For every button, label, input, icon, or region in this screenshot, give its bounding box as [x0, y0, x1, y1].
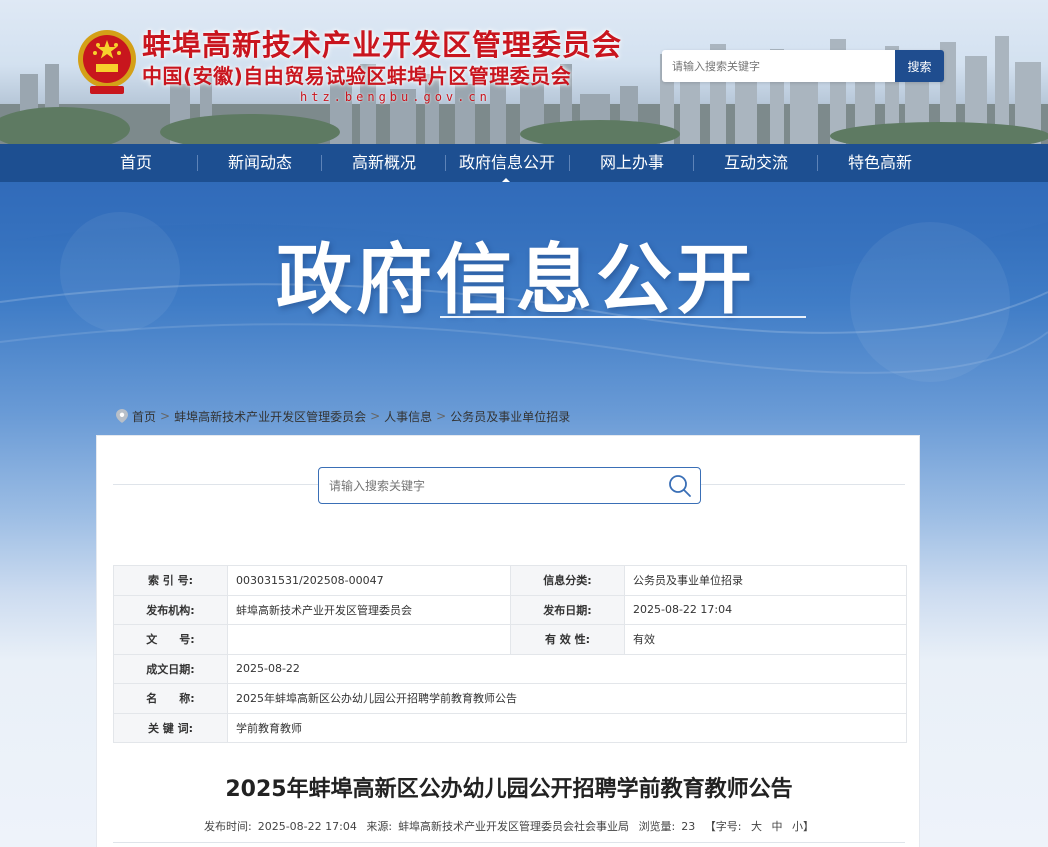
nav-item-features[interactable]: 特色高新 [838, 144, 922, 182]
site-domain: htz.bengbu.gov.cn [300, 90, 491, 104]
pubdate-value: 2025-08-22 17:04 [624, 594, 907, 625]
table-row: 文 号: 有 效 性: 有效 [113, 624, 907, 655]
header-search-input[interactable] [662, 50, 895, 82]
content-search [318, 467, 701, 504]
site-title: 蚌埠高新技术产业开发区管理委员会 [142, 28, 623, 62]
location-pin-icon [116, 409, 128, 423]
nav-item-news[interactable]: 新闻动态 [218, 144, 302, 182]
font-size-label: 【字号: [704, 820, 742, 833]
breadcrumb: 首页 > 蚌埠高新技术产业开发区管理委员会 > 人事信息 > 公务员及事业单位招… [116, 407, 570, 425]
publisher-value: 蚌埠高新技术产业开发区管理委员会 [227, 594, 511, 625]
table-row: 关 键 词: 学前教育教师 [113, 712, 907, 743]
validity-value: 有效 [624, 624, 907, 655]
validity-label: 有 效 性: [510, 624, 625, 655]
category-label: 信息分类: [510, 565, 625, 596]
nav-separator [569, 155, 570, 171]
publish-time-label: 发布时间: [204, 820, 252, 833]
nav-item-online-services[interactable]: 网上办事 [590, 144, 674, 182]
publisher-label: 发布机构: [113, 594, 228, 625]
table-row: 索 引 号: 003031531/202508-00047 信息分类: 公务员及… [113, 565, 907, 596]
nav-item-interaction[interactable]: 互动交流 [714, 144, 798, 182]
national-emblem-icon [78, 30, 136, 94]
breadcrumb-personnel[interactable]: 人事信息 [384, 408, 432, 425]
table-row: 发布机构: 蚌埠高新技术产业开发区管理委员会 发布日期: 2025-08-22 … [113, 594, 907, 625]
site-header: 蚌埠高新技术产业开发区管理委员会 中国(安徽)自由贸易试验区蚌埠片区管理委员会 … [0, 0, 1048, 144]
banner-title: 政府信息公开 [276, 235, 756, 324]
views-label: 浏览量: [638, 820, 676, 833]
publish-time-value: 2025-08-22 17:04 [257, 820, 357, 833]
nav-item-gov-info[interactable]: 政府信息公开 [454, 144, 560, 182]
font-size-medium-button[interactable]: 中 [772, 820, 783, 833]
keywords-label: 关 键 词: [113, 712, 228, 743]
pubdate-label: 发布日期: [510, 594, 625, 625]
source-label: 来源: [366, 820, 393, 833]
metadata-table: 索 引 号: 003031531/202508-00047 信息分类: 公务员及… [113, 565, 907, 743]
table-row: 成文日期: 2025-08-22 [113, 653, 907, 684]
breadcrumb-committee[interactable]: 蚌埠高新技术产业开发区管理委员会 [174, 408, 366, 425]
table-row: 名 称: 2025年蚌埠高新区公办幼儿园公开招聘学前教育教师公告 [113, 683, 907, 714]
article-divider [113, 842, 905, 843]
header-search-button[interactable]: 搜索 [895, 50, 944, 82]
font-size-large-button[interactable]: 大 [751, 820, 762, 833]
views-count: 23 [681, 820, 696, 833]
breadcrumb-separator: > [160, 409, 171, 423]
nav-separator [693, 155, 694, 171]
site-subtitle: 中国(安徽)自由贸易试验区蚌埠片区管理委员会 [142, 64, 572, 88]
index-label: 索 引 号: [113, 565, 228, 596]
font-size-small-button[interactable]: 小】 [792, 820, 814, 833]
index-value: 003031531/202508-00047 [227, 565, 511, 596]
created-date-value: 2025-08-22 [227, 653, 907, 684]
keywords-value: 学前教育教师 [227, 712, 907, 743]
breadcrumb-home[interactable]: 首页 [132, 408, 156, 425]
content-search-input[interactable] [319, 478, 660, 493]
banner-underline [440, 316, 806, 318]
nav-separator [817, 155, 818, 171]
content-search-button[interactable] [660, 468, 700, 503]
created-date-label: 成文日期: [113, 653, 228, 684]
breadcrumb-separator: > [370, 409, 381, 423]
nav-separator [197, 155, 198, 171]
name-value: 2025年蚌埠高新区公办幼儿园公开招聘学前教育教师公告 [227, 683, 907, 714]
source-value: 蚌埠高新技术产业开发区管理委员会社会事业局 [398, 820, 630, 833]
breadcrumb-separator: > [436, 409, 447, 423]
docno-value [227, 624, 511, 655]
category-value: 公务员及事业单位招录 [624, 565, 907, 596]
nav-separator [321, 155, 322, 171]
nav-separator [445, 155, 446, 171]
name-label: 名 称: [113, 683, 228, 714]
breadcrumb-recruitment[interactable]: 公务员及事业单位招录 [450, 408, 570, 425]
nav-item-home[interactable]: 首页 [112, 144, 160, 182]
article-title: 2025年蚌埠高新区公办幼儿园公开招聘学前教育教师公告 [225, 777, 793, 802]
search-icon [669, 474, 691, 497]
main-nav: 首页 新闻动态 高新概况 政府信息公开 网上办事 互动交流 特色高新 [0, 144, 1048, 182]
header-search: 搜索 [662, 50, 944, 82]
content-panel: 索 引 号: 003031531/202508-00047 信息分类: 公务员及… [96, 435, 920, 847]
nav-item-overview[interactable]: 高新概况 [342, 144, 426, 182]
article-meta: 发布时间: 2025-08-22 17:04 来源: 蚌埠高新技术产业开发区管理委员… [97, 818, 921, 834]
docno-label: 文 号: [113, 624, 228, 655]
